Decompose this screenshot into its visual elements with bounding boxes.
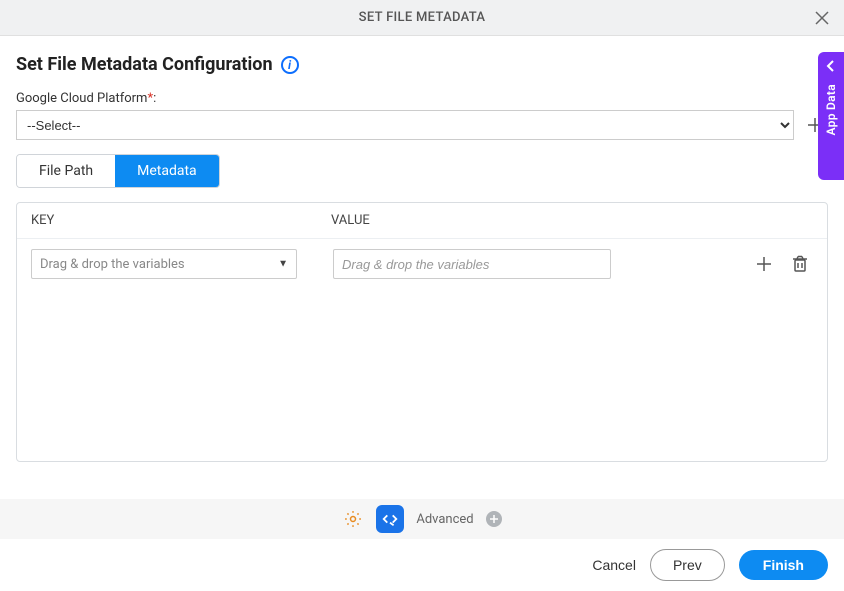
prev-button[interactable]: Prev <box>650 549 725 581</box>
footer-actions: Cancel Prev Finish <box>592 549 828 581</box>
gcp-field-label: Google Cloud Platform*: <box>16 91 828 106</box>
tabs: File Path Metadata <box>16 154 220 188</box>
value-variable-input[interactable] <box>333 249 611 279</box>
page-title-row: Set File Metadata Configuration i <box>16 54 828 75</box>
advanced-add-button[interactable] <box>486 511 502 527</box>
close-icon[interactable] <box>810 6 834 30</box>
tab-metadata[interactable]: Metadata <box>115 155 219 187</box>
code-icon[interactable] <box>376 505 404 533</box>
key-placeholder: Drag & drop the variables <box>40 257 185 272</box>
gcp-select-row: --Select-- <box>16 110 828 140</box>
chevron-left-icon <box>826 60 836 76</box>
bottom-toolbar: Advanced <box>0 499 844 539</box>
column-header-value: VALUE <box>331 213 813 228</box>
metadata-row: Drag & drop the variables ▼ <box>17 239 827 289</box>
page-title: Set File Metadata Configuration <box>16 54 273 75</box>
panel-header: KEY VALUE <box>17 203 827 239</box>
add-row-button[interactable] <box>751 251 777 277</box>
content-area: Set File Metadata Configuration i Google… <box>0 36 844 462</box>
gcp-label-text: Google Cloud Platform <box>16 91 147 106</box>
gcp-select[interactable]: --Select-- <box>16 110 794 140</box>
gear-icon[interactable] <box>342 508 364 530</box>
gcp-label-colon: : <box>153 91 156 106</box>
title-bar: SET FILE METADATA <box>0 0 844 36</box>
metadata-panel: KEY VALUE Drag & drop the variables ▼ <box>16 202 828 462</box>
dialog-title: SET FILE METADATA <box>359 10 486 25</box>
chevron-down-icon: ▼ <box>278 259 288 270</box>
cancel-button[interactable]: Cancel <box>592 557 636 573</box>
side-tab-label: App Data <box>824 84 838 135</box>
tab-file-path[interactable]: File Path <box>17 155 115 187</box>
key-variable-select[interactable]: Drag & drop the variables ▼ <box>31 249 297 279</box>
delete-row-button[interactable] <box>787 251 813 277</box>
app-data-side-tab[interactable]: App Data <box>818 52 844 180</box>
column-header-key: KEY <box>31 213 331 228</box>
finish-button[interactable]: Finish <box>739 550 828 580</box>
advanced-label: Advanced <box>416 512 473 527</box>
info-icon[interactable]: i <box>281 56 299 74</box>
row-actions <box>751 251 813 277</box>
